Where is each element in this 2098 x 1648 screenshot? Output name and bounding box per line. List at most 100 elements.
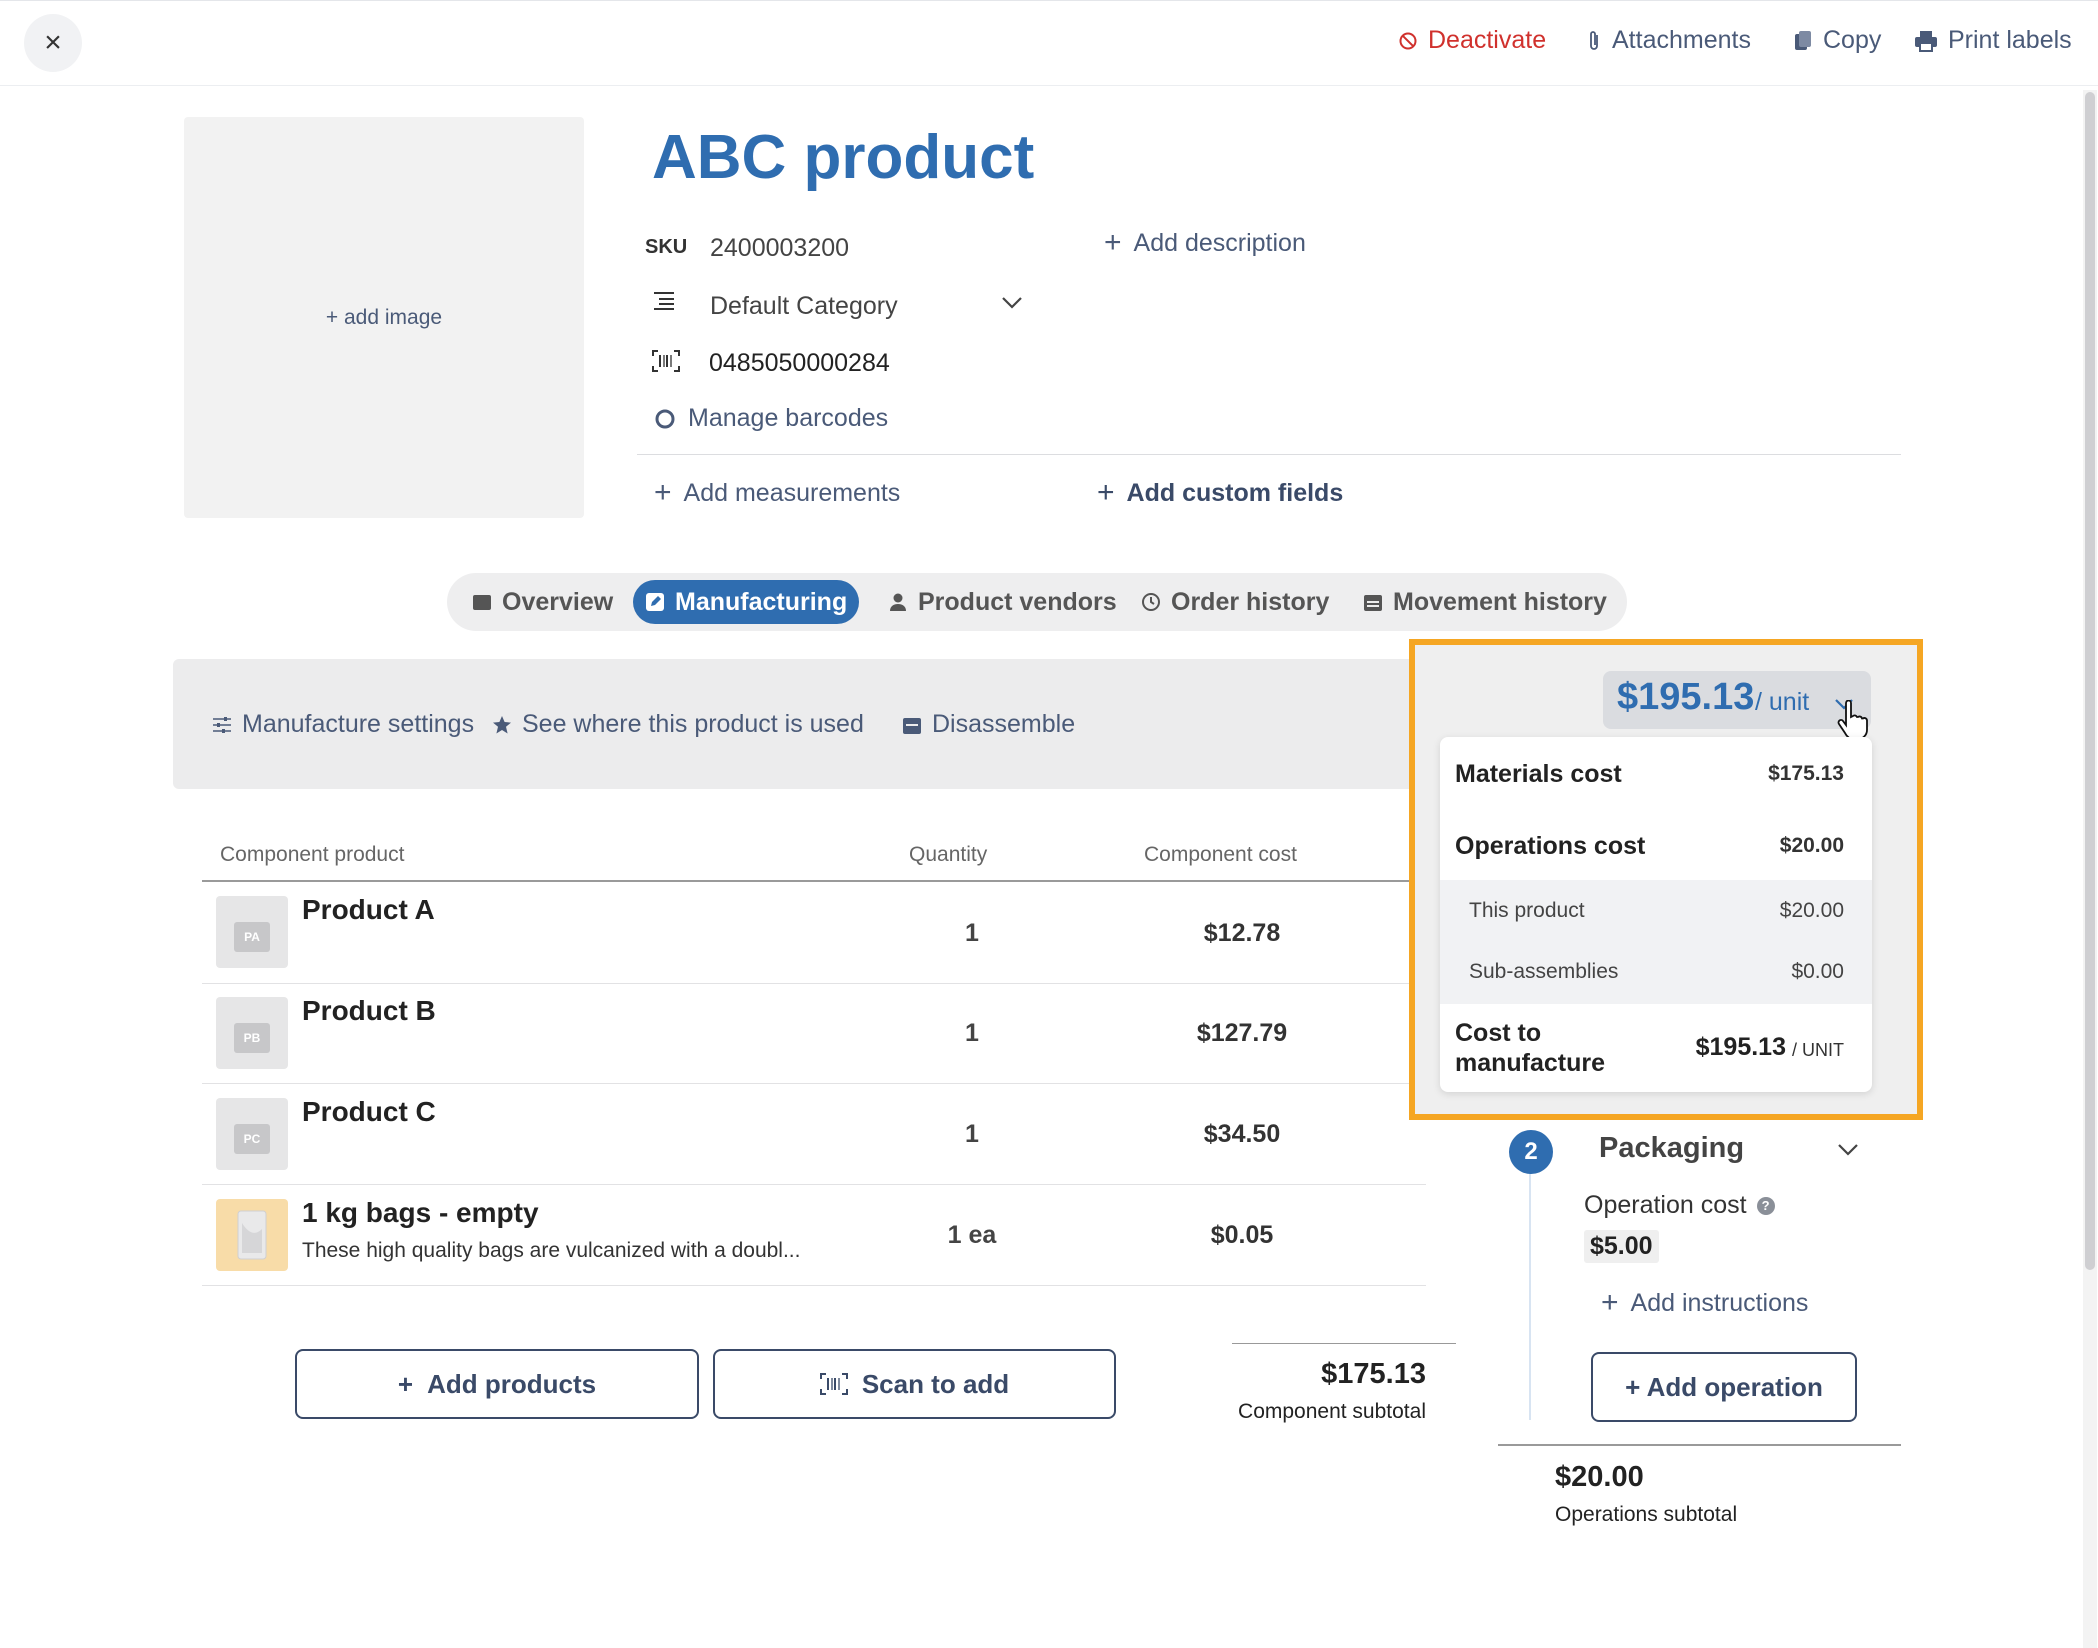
ban-icon — [1399, 32, 1417, 49]
person-icon — [890, 593, 906, 611]
quantity-value[interactable]: 1 — [922, 1120, 1022, 1149]
box-icon: PA — [234, 922, 270, 952]
product-thumbnail[interactable]: PB — [216, 997, 288, 1069]
tab-label: Manufacturing — [675, 587, 848, 616]
category-select[interactable]: Default Category — [710, 292, 898, 321]
product-name[interactable]: Product C — [302, 1096, 436, 1128]
manufacture-settings-link[interactable]: Manufacture settings — [212, 710, 474, 739]
chevron-down-icon[interactable] — [1837, 1143, 1859, 1162]
barcode-icon — [819, 1373, 848, 1395]
cost-to-manufacture-label-line1: Cost to — [1455, 1019, 1542, 1047]
product-name[interactable]: Product B — [302, 995, 436, 1027]
print-labels-label: Print labels — [1948, 26, 2072, 54]
add-custom-fields-label: Add custom fields — [1126, 478, 1344, 507]
plus-icon: + — [1097, 476, 1115, 509]
row-divider — [202, 1083, 1426, 1084]
plus-icon: + — [397, 1368, 414, 1399]
top-bar — [0, 0, 2098, 86]
folder-icon — [473, 595, 491, 610]
barcode-icon — [652, 350, 680, 377]
column-header-quantity: Quantity — [909, 843, 988, 866]
operations-timeline — [1529, 1170, 1531, 1420]
bag-image — [237, 1210, 267, 1260]
operation-name[interactable]: Packaging — [1599, 1132, 1744, 1165]
add-image-label: + add image — [325, 305, 443, 329]
tab-overview[interactable]: Overview — [460, 580, 625, 624]
see-where-used-link[interactable]: See where this product is used — [492, 710, 864, 739]
add-products-label: Add products — [427, 1368, 597, 1399]
calendar-icon — [903, 717, 921, 734]
component-subtotal-label: Component subtotal — [1238, 1400, 1426, 1423]
deactivate-label: Deactivate — [1428, 26, 1547, 54]
paperclip-icon — [1590, 30, 1598, 50]
plus-icon: + — [654, 476, 672, 509]
category-icon — [652, 290, 676, 319]
copy-label: Copy — [1823, 26, 1882, 54]
tab-label: Order history — [1171, 587, 1330, 616]
row-divider — [202, 1285, 1426, 1286]
row-divider — [202, 1184, 1426, 1185]
column-header-cost: Component cost — [1144, 843, 1297, 866]
sku-value[interactable]: 2400003200 — [710, 234, 849, 263]
printer-icon — [1915, 30, 1937, 52]
product-title[interactable]: ABC product — [652, 122, 1034, 193]
cost-value: $34.50 — [1203, 1120, 1281, 1148]
cost-value: $12.78 — [1203, 919, 1281, 947]
quantity-value[interactable]: 1 ea — [922, 1221, 1022, 1250]
tab-product-vendors[interactable]: Product vendors — [876, 580, 1129, 624]
unit-cost-value[interactable]: $195.13 — [1617, 676, 1754, 719]
print-labels-button[interactable]: Print labels — [1914, 26, 2072, 55]
add-custom-fields-link[interactable]: + Add custom fields — [1097, 476, 1343, 510]
chevron-down-icon[interactable] — [1001, 296, 1023, 315]
product-name[interactable]: Product A — [302, 894, 435, 926]
attachments-label: Attachments — [1612, 26, 1751, 54]
add-description-link[interactable]: + Add description — [1104, 226, 1306, 260]
help-icon[interactable]: ? — [1756, 1196, 1775, 1215]
tab-order-history[interactable]: Order history — [1129, 580, 1341, 624]
scan-to-add-button[interactable]: Scan to add — [713, 1349, 1116, 1419]
add-image-area[interactable]: + add image — [184, 117, 584, 518]
operation-cost-value[interactable]: $5.00 — [1584, 1230, 1659, 1263]
add-operation-button[interactable]: + Add operation — [1591, 1352, 1857, 1422]
disassemble-link[interactable]: Disassemble — [902, 710, 1075, 739]
add-instructions-link[interactable]: + Add instructions — [1601, 1286, 1808, 1320]
cost-to-manufacture-value: $195.13 — [1695, 1033, 1786, 1061]
product-thumbnail[interactable] — [216, 1199, 288, 1271]
quantity-value[interactable]: 1 — [922, 919, 1022, 948]
add-instructions-label: Add instructions — [1630, 1288, 1809, 1317]
add-operation-label: + Add operation — [1625, 1371, 1823, 1402]
operations-cost-label: Operations cost — [1455, 832, 1646, 860]
add-measurements-link[interactable]: + Add measurements — [654, 476, 900, 510]
tab-label: Product vendors — [918, 587, 1117, 616]
copy-button[interactable]: Copy — [1793, 26, 1881, 55]
attachments-button[interactable]: Attachments — [1586, 26, 1751, 55]
product-name[interactable]: 1 kg bags - empty — [302, 1197, 539, 1229]
box-icon: PC — [234, 1124, 270, 1154]
close-button[interactable]: × — [24, 14, 82, 72]
operation-cost-text: Operation cost — [1584, 1191, 1747, 1219]
cost-to-manufacture-unit: / UNIT — [1792, 1040, 1844, 1060]
this-product-label: This product — [1469, 899, 1585, 922]
add-measurements-label: Add measurements — [683, 478, 901, 507]
scan-to-add-label: Scan to add — [861, 1368, 1010, 1399]
cost-to-manufacture-label-line2: manufacture — [1455, 1049, 1606, 1077]
quantity-value[interactable]: 1 — [922, 1019, 1022, 1048]
tab-manufacturing[interactable]: Manufacturing — [633, 580, 860, 624]
deactivate-button[interactable]: Deactivate — [1398, 26, 1546, 55]
manage-barcodes-link[interactable]: Manage barcodes — [654, 404, 888, 433]
operations-subtotal-label: Operations subtotal — [1555, 1503, 1738, 1526]
star-icon — [493, 715, 511, 733]
product-thumbnail[interactable]: PA — [216, 896, 288, 968]
scrollbar-thumb[interactable] — [2085, 92, 2095, 1270]
header-divider — [202, 880, 1426, 882]
add-products-button[interactable]: + Add products — [295, 1349, 699, 1419]
disassemble-label: Disassemble — [932, 710, 1076, 738]
operation-cost-label: Operation cost ? — [1584, 1191, 1775, 1220]
product-thumbnail[interactable]: PC — [216, 1098, 288, 1170]
operations-cost-value: $20.00 — [1779, 834, 1844, 857]
barcode-value[interactable]: 0485050000284 — [709, 349, 890, 378]
cost-value: $127.79 — [1196, 1019, 1288, 1047]
see-where-used-label: See where this product is used — [522, 710, 864, 738]
step-number-badge: 2 — [1509, 1130, 1553, 1174]
tab-movement-history[interactable]: Movement history — [1351, 580, 1619, 624]
